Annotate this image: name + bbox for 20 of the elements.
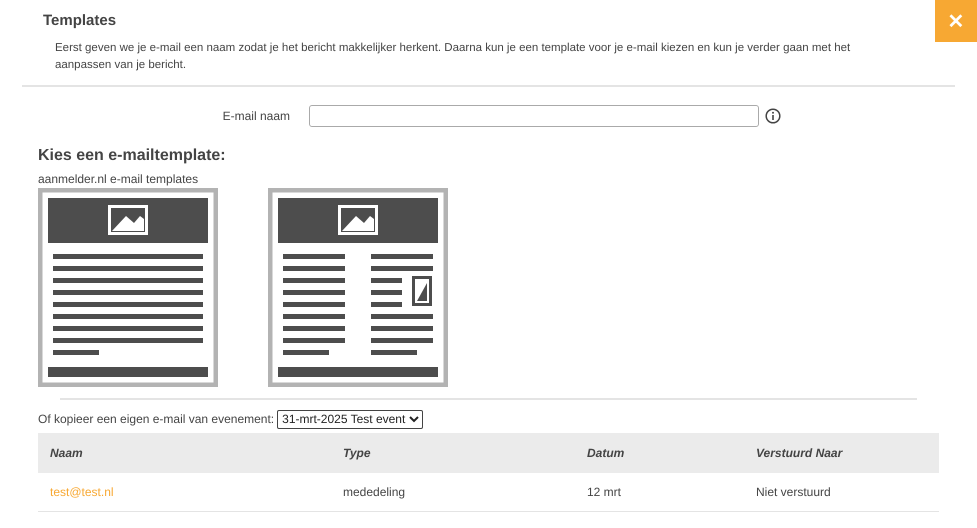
table-cell: Niet verstuurd xyxy=(744,473,939,512)
field-label: E-mail naam xyxy=(222,109,290,123)
section-heading: Kies een e-mailtemplate: xyxy=(38,146,227,166)
dialog-title: Templates xyxy=(43,12,118,30)
close-button[interactable]: ✕ xyxy=(935,0,977,42)
email-link[interactable]: test@test.nl xyxy=(50,485,114,499)
column-header: Verstuurd Naar xyxy=(744,433,939,473)
event-dropdown[interactable]: 31-mrt-2025 Test event xyxy=(277,410,424,428)
description-text: Eerst geven we je e-mail een naam zodat je het bericht makkelijker herkent. Daarna kun je een template voor je e-mail kiezen en kun je verder gaan met het aanpassen van je bericht. xyxy=(55,41,852,73)
section-subtitle: aanmelder.nl e-mail templates xyxy=(38,171,200,187)
input-field[interactable] xyxy=(309,105,759,127)
template-thumbnail[interactable] xyxy=(38,188,218,387)
column-header: Naam xyxy=(38,433,331,473)
table-cell: mededeling xyxy=(331,473,575,512)
column-header: Datum xyxy=(575,433,744,473)
copy-label: Of kopieer een eigen e-mail van evenement: xyxy=(38,412,274,426)
table-cell: 12 mrt xyxy=(575,473,744,512)
info-icon[interactable] xyxy=(765,108,781,124)
column-header: Type xyxy=(331,433,575,473)
template-thumbnail[interactable] xyxy=(268,188,448,387)
